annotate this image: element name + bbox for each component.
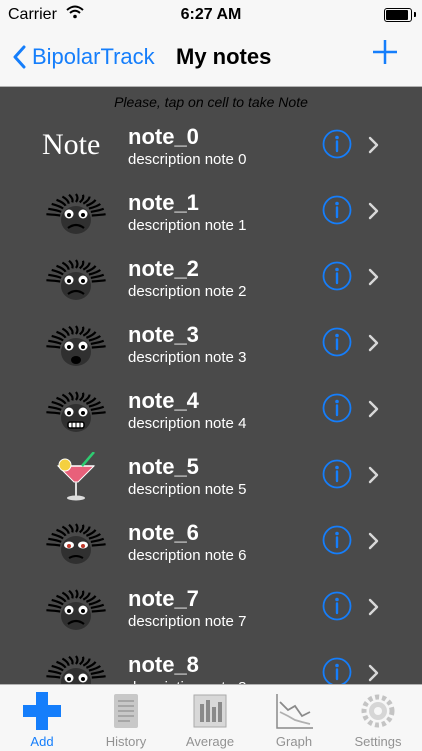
note-row[interactable]: note_7 description note 7 [0,576,422,642]
note-title: note_4 [128,388,199,413]
chevron-right-icon [368,268,380,291]
note-row[interactable]: note_3 description note 3 [0,312,422,378]
clock-label: 6:27 AM [180,6,242,23]
add-note-button[interactable] [372,39,398,70]
page-title: My notes [176,44,272,69]
tab-label: History [105,734,147,749]
note-row[interactable]: note_6 description note 6 [0,510,422,576]
chevron-right-icon [368,466,380,489]
chevron-right-icon [368,532,380,555]
note-text-icon: Note [38,122,114,172]
note-row[interactable]: note_2 description note 2 [0,246,422,312]
chevron-right-icon [368,334,380,357]
graph-lines-icon [273,690,315,732]
note-title: note_5 [128,454,199,479]
info-icon[interactable] [322,393,352,423]
note-row[interactable]: note_8description note 8 [0,642,422,684]
tab-bar: Add History Average Graph Settings [0,684,422,751]
chevron-right-icon [368,136,380,159]
note-title: note_6 [128,520,199,545]
status-bar: Carrier 6:27 AM [0,0,422,30]
tab-average[interactable]: Average [168,685,252,751]
cocktail-icon [38,451,114,502]
average-bars-icon [189,690,231,732]
tab-label: Average [185,734,235,749]
note-description: description note 2 [128,283,247,300]
note-row[interactable]: Note note_0 description note 0 [0,114,422,180]
sad-face-icon [38,254,114,304]
tab-label: Settings [354,734,402,749]
note-word-label: Note [42,128,101,161]
info-icon[interactable] [322,327,352,357]
tired-face-icon [38,518,114,568]
note-description: description note 1 [128,217,247,234]
navigation-bar: BipolarTrack My notes [0,30,422,87]
info-icon[interactable] [322,261,352,291]
back-button-label: BipolarTrack [32,44,155,69]
chevron-right-icon [368,598,380,621]
chevron-left-icon [13,45,26,69]
note-description: description note 3 [128,349,247,366]
instruction-hint: Please, tap on cell to take Note [114,94,308,110]
notes-list: Note note_0 description note 0 note_1descri… [0,114,422,684]
chevron-right-icon [368,202,380,225]
tab-history[interactable]: History [84,685,168,751]
note-title: note_2 [128,256,199,281]
note-title: note_1 [128,190,199,215]
surprised-face-icon [38,320,114,370]
crying-face-icon [38,650,114,684]
info-icon[interactable] [322,525,352,555]
note-row[interactable]: note_4 description note 4 [0,378,422,444]
grimace-face-icon [38,386,114,436]
add-cross-icon [21,690,63,732]
back-button[interactable]: BipolarTrack [12,40,155,74]
tab-graph[interactable]: Graph [252,685,336,751]
chevron-right-icon [368,400,380,423]
tab-add[interactable]: Add [0,685,84,751]
note-row[interactable]: note_5 description note 5 [0,444,422,510]
chevron-right-icon [368,664,380,684]
info-icon[interactable] [322,591,352,621]
note-title: note_3 [128,322,199,347]
plus-icon [373,40,397,64]
note-description: description note 6 [128,547,247,564]
info-icon[interactable] [322,657,352,684]
note-title: note_0 [128,124,199,149]
tab-label: Graph [275,734,313,749]
note-description: description note 7 [128,613,247,630]
info-icon[interactable] [322,195,352,225]
settings-gear-icon [357,690,399,732]
battery-icon [384,8,416,22]
tab-label: Add [30,734,54,749]
note-title: note_7 [128,586,199,611]
note-description: description note 0 [128,151,247,168]
note-title: note_8 [128,652,199,677]
note-description: description note 4 [128,415,247,432]
history-scroll-icon [105,690,147,732]
sad-face-icon [38,188,114,238]
info-icon[interactable] [322,129,352,159]
tab-settings[interactable]: Settings [336,685,420,751]
info-icon[interactable] [322,459,352,489]
note-row[interactable]: note_1 description note 1 [0,180,422,246]
sad-face-icon [38,584,114,634]
note-description: description note 5 [128,481,247,498]
